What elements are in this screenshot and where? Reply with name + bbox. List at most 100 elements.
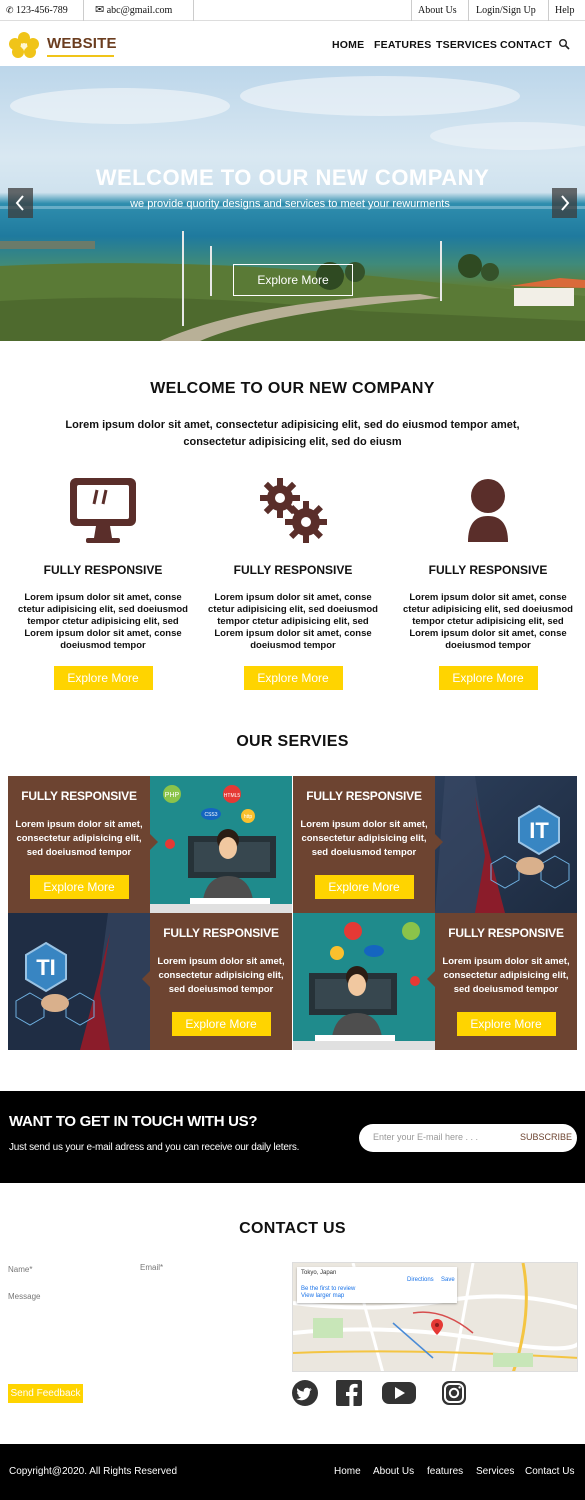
- name-field[interactable]: Name*: [8, 1263, 136, 1283]
- footer-link-features[interactable]: features: [427, 1466, 463, 1477]
- subscribe-button[interactable]: SUBSCRIBE: [520, 1132, 572, 1142]
- nav-services[interactable]: TSERVICES: [436, 39, 497, 51]
- phone-icon: ✆: [6, 5, 14, 15]
- card-pointer: [427, 971, 435, 987]
- site-header: WEBSITE HOME FEATURES TSERVICES CONTACT: [0, 22, 585, 66]
- map-info-card: Tokyo, Japan Be the first to review View…: [297, 1267, 457, 1303]
- it-label: IT: [529, 818, 549, 843]
- hero-slider: WELCOME TO OUR NEW COMPANY we provide qu…: [0, 66, 585, 341]
- service-explore-button[interactable]: Explore More: [171, 1012, 271, 1036]
- ti-label: TI: [36, 955, 56, 980]
- service-card: FULLY RESPONSIVE Lorem ipsum dolor sit a…: [8, 776, 150, 913]
- card-pointer: [435, 834, 443, 850]
- css3-label: CSS3: [204, 812, 217, 818]
- service-explore-button[interactable]: Explore More: [314, 875, 414, 899]
- facebook-icon[interactable]: [336, 1380, 362, 1406]
- instagram-icon[interactable]: [441, 1380, 467, 1406]
- service-card: FULLY RESPONSIVE Lorem ipsum dolor sit a…: [435, 913, 577, 1050]
- top-bar: ✆ 123-456-789 ✉ abc@gmail.com About Us L…: [0, 0, 585, 21]
- feature-text: Lorem ipsum dolor sit amet, conse ctetur…: [18, 592, 188, 651]
- phone-contact: ✆ 123-456-789: [6, 0, 68, 21]
- welcome-text: Lorem ipsum dolor sit amet, consectetur …: [65, 419, 520, 448]
- copyright-text: Copyright@2020. All Rights Reserved: [9, 1466, 178, 1477]
- footer-link-services[interactable]: Services: [476, 1466, 514, 1477]
- html5-label: HTML5: [224, 793, 241, 799]
- service-text: Lorem ipsum dolor sit amet, consectetur …: [442, 956, 570, 995]
- map-save-link[interactable]: Save: [441, 1277, 455, 1283]
- developer-illustration-image: [293, 913, 435, 1050]
- divider: [83, 0, 84, 21]
- message-field[interactable]: Message: [8, 1292, 282, 1367]
- nav-contact[interactable]: CONTACT: [500, 39, 552, 51]
- service-text: Lorem ipsum dolor sit amet, consectetur …: [300, 819, 428, 858]
- newsletter-subtitle: Just send us your e-mail adress and you …: [9, 1142, 300, 1153]
- mail-icon: ✉: [95, 4, 105, 16]
- slider-prev-button[interactable]: [8, 188, 33, 218]
- feature-text: Lorem ipsum dolor sit amet, conse ctetur…: [403, 592, 573, 651]
- feature-explore-button[interactable]: Explore More: [53, 666, 153, 690]
- footer-link-about[interactable]: About Us: [373, 1466, 414, 1477]
- service-title: FULLY RESPONSIVE: [306, 789, 422, 803]
- feature-title: FULLY RESPONSIVE: [428, 563, 548, 577]
- phone-number: 123-456-789: [16, 5, 68, 16]
- feature-explore-button[interactable]: Explore More: [438, 666, 538, 690]
- map-embed[interactable]: Tokyo, Japan Be the first to review View…: [292, 1262, 578, 1372]
- divider: [193, 0, 194, 21]
- ti-technology-image: TI: [8, 913, 150, 1050]
- it-technology-image: IT: [435, 776, 577, 913]
- email-placeholder: Enter your E-mail here . . .: [373, 1132, 479, 1142]
- feature-title: FULLY RESPONSIVE: [233, 563, 353, 577]
- services-grid: FULLY RESPONSIVE Lorem ipsum dolor sit a…: [8, 776, 577, 1050]
- search-icon[interactable]: [558, 38, 570, 50]
- map-directions-link[interactable]: Directions: [407, 1277, 434, 1283]
- hero-explore-button[interactable]: Explore More: [233, 264, 353, 296]
- developer-illustration-image: PHP HTML5 CSS3 http: [150, 776, 292, 913]
- service-title: FULLY RESPONSIVE: [448, 926, 564, 940]
- chevron-right-icon: [561, 195, 570, 211]
- youtube-icon[interactable]: [382, 1380, 416, 1406]
- feature-card: FULLY RESPONSIVE Lorem ipsum dolor sit a…: [203, 476, 383, 690]
- site-footer: Copyright@2020. All Rights Reserved Home…: [0, 1444, 585, 1500]
- service-card: FULLY RESPONSIVE Lorem ipsum dolor sit a…: [293, 776, 435, 913]
- twitter-icon[interactable]: [292, 1380, 318, 1406]
- welcome-heading: WELCOME TO OUR NEW COMPANY: [150, 380, 435, 397]
- map-review-link[interactable]: Be the first to review: [301, 1286, 355, 1292]
- nav-home[interactable]: HOME: [332, 39, 364, 51]
- hero-title: WELCOME TO OUR NEW COMPANY: [95, 165, 490, 190]
- map-larger-link[interactable]: View larger map: [301, 1293, 344, 1299]
- http-label: http: [244, 814, 253, 820]
- map-pin-icon: [431, 1319, 443, 1335]
- divider: [411, 0, 412, 21]
- service-card: FULLY RESPONSIVE Lorem ipsum dolor sit a…: [150, 913, 292, 1050]
- divider: [468, 0, 469, 21]
- service-text: Lorem ipsum dolor sit amet, consectetur …: [15, 819, 143, 858]
- hero-subtitle: we provide quority designs and services …: [130, 198, 450, 210]
- card-pointer: [142, 971, 150, 987]
- feature-title: FULLY RESPONSIVE: [43, 563, 163, 577]
- gears-icon: [260, 478, 327, 543]
- map-place-name: Tokyo, Japan: [301, 1270, 337, 1276]
- newsletter-email-input[interactable]: Enter your E-mail here . . . SUBSCRIBE: [359, 1124, 577, 1152]
- divider: [548, 0, 549, 21]
- slider-next-button[interactable]: [552, 188, 577, 218]
- newsletter-title: WANT TO GET IN TOUCH WITH US?: [9, 1113, 258, 1130]
- flower-logo-icon[interactable]: [8, 32, 40, 58]
- email-contact: ✉ abc@gmail.com: [95, 0, 172, 21]
- login-signup-link[interactable]: Login/Sign Up: [476, 0, 536, 21]
- send-feedback-button[interactable]: Send Feedback: [8, 1384, 83, 1403]
- chevron-left-icon: [15, 195, 24, 211]
- contact-heading: CONTACT US: [239, 1220, 346, 1237]
- help-link[interactable]: Help: [555, 0, 574, 21]
- service-text: Lorem ipsum dolor sit amet, consectetur …: [157, 956, 285, 995]
- footer-link-home[interactable]: Home: [334, 1466, 361, 1477]
- nav-features[interactable]: FEATURES: [374, 39, 431, 51]
- feature-explore-button[interactable]: Explore More: [243, 666, 343, 690]
- footer-link-contact[interactable]: Contact Us: [525, 1466, 574, 1477]
- service-explore-button[interactable]: Explore More: [29, 875, 129, 899]
- feature-card: FULLY RESPONSIVE Lorem ipsum dolor sit a…: [13, 476, 193, 690]
- user-icon: [468, 479, 508, 542]
- php-label: PHP: [165, 792, 180, 799]
- service-explore-button[interactable]: Explore More: [456, 1012, 556, 1036]
- about-us-link[interactable]: About Us: [418, 0, 457, 21]
- logo-text[interactable]: WEBSITE: [47, 35, 117, 52]
